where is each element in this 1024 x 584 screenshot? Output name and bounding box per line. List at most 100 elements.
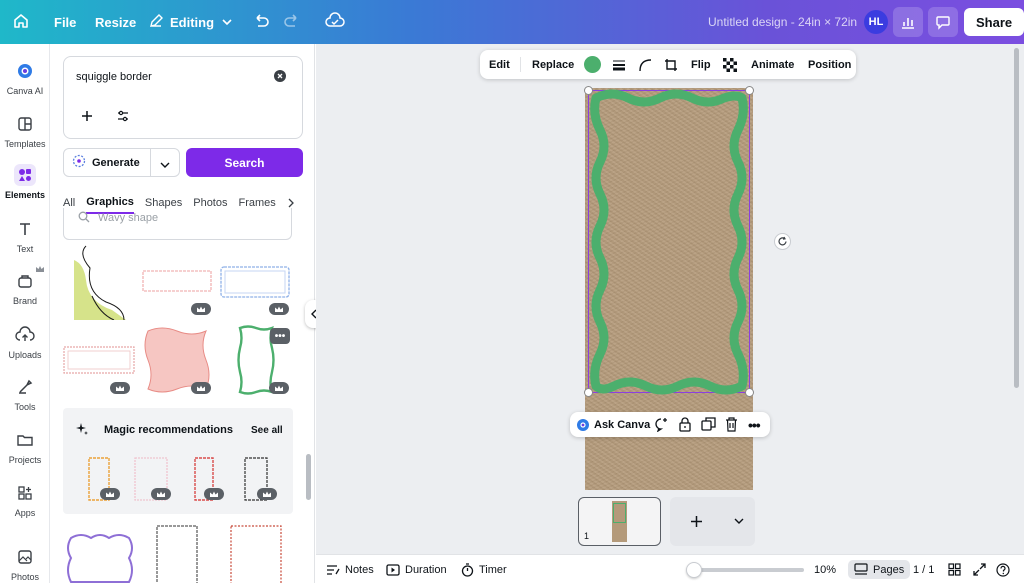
ask-canva-button[interactable]: Ask Canva [576, 412, 650, 437]
zoom-slider[interactable] [686, 555, 804, 584]
duplicate-button[interactable] [701, 417, 716, 435]
zoom-level[interactable]: 10% [814, 555, 836, 584]
comments-button[interactable] [928, 0, 958, 44]
editing-mode-menu[interactable]: Editing [148, 0, 232, 44]
rail-item-elements[interactable]: Elements [0, 164, 50, 200]
help-button[interactable] [996, 555, 1010, 584]
rail-label: Canva AI [6, 86, 44, 96]
ellipsis-icon: ••• [274, 330, 286, 342]
canva-ai-icon [14, 60, 36, 82]
search-input[interactable]: squiggle border [76, 71, 152, 83]
green-squiggle-border[interactable] [586, 88, 752, 396]
graphic-result-curve[interactable] [72, 244, 128, 321]
crop-button[interactable] [664, 50, 678, 79]
replace-button[interactable]: Replace [532, 50, 574, 79]
graphic-result-black-wavy[interactable] [154, 524, 200, 583]
comment-button[interactable] [654, 417, 669, 435]
notes-label: Notes [345, 563, 374, 576]
fullscreen-button[interactable] [973, 555, 986, 584]
edit-button[interactable]: Edit [489, 50, 510, 79]
rail-item-projects[interactable]: Projects [0, 429, 50, 465]
chevron-down-icon [222, 15, 232, 30]
premium-crown-badge [191, 303, 211, 315]
timer-button[interactable]: Timer [461, 555, 507, 584]
cloud-check-icon [325, 11, 345, 33]
sub-search-field[interactable]: Wavy shape [63, 208, 292, 240]
resize-handle-bottom-right[interactable] [745, 388, 754, 397]
transparency-button[interactable] [723, 50, 737, 79]
rail-item-templates[interactable]: Templates [0, 113, 50, 149]
more-actions-button[interactable]: ••• [748, 417, 761, 433]
pages-label: Pages [873, 563, 905, 576]
rail-item-apps[interactable]: Apps [0, 482, 50, 518]
timer-icon [461, 562, 474, 577]
magic-sparkle-icon [75, 422, 89, 439]
lock-icon [679, 417, 691, 432]
see-all-link[interactable]: See all [251, 425, 283, 436]
design-title[interactable]: Untitled design - 24in × 72in [708, 0, 857, 44]
resize-handle-top-left[interactable] [584, 86, 593, 95]
pages-toggle-button[interactable]: Pages [848, 555, 911, 584]
text-icon [14, 218, 36, 240]
graphic-result-red-scallop[interactable] [228, 524, 284, 583]
color-swatch-button[interactable] [584, 50, 601, 79]
chevron-down-icon[interactable] [160, 158, 170, 172]
position-button[interactable]: Position [808, 50, 851, 79]
element-action-bar: Ask Canva ••• [570, 412, 770, 437]
graphic-result-pink-wavy-rect[interactable] [141, 268, 213, 294]
animate-button[interactable]: Animate [751, 50, 794, 79]
rotate-handle[interactable] [774, 233, 791, 250]
rail-label: Brand [12, 296, 38, 306]
chevron-right-icon [288, 198, 294, 208]
undo-button[interactable] [252, 0, 270, 44]
filter-button[interactable] [116, 110, 130, 125]
more-options-button[interactable]: ••• [270, 328, 290, 344]
generate-button[interactable]: Generate [63, 148, 180, 177]
pages-icon [854, 563, 868, 575]
graphic-result-pink-scallop-rect[interactable] [62, 344, 136, 376]
add-button[interactable] [80, 109, 94, 126]
clear-search-button[interactable] [274, 70, 286, 85]
ask-canva-label: Ask Canva [594, 418, 651, 431]
comment-icon [928, 7, 958, 37]
graphic-result-blue-wavy-rect[interactable] [219, 264, 291, 300]
redo-button[interactable] [283, 0, 301, 44]
home-button[interactable] [12, 0, 30, 44]
file-menu[interactable]: File [54, 0, 76, 44]
page-thumbnail-1[interactable]: 1 [578, 497, 661, 546]
corner-rounding-button[interactable] [638, 50, 652, 79]
delete-button[interactable] [725, 417, 738, 435]
search-button[interactable]: Search [186, 148, 303, 177]
resize-menu[interactable]: Resize [95, 0, 136, 44]
premium-crown-badge [110, 382, 130, 394]
cloud-save-button[interactable] [325, 0, 345, 44]
rail-item-text[interactable]: Text [0, 218, 50, 254]
lock-button[interactable] [678, 417, 692, 435]
insights-button[interactable] [893, 0, 923, 44]
line-weight-button[interactable] [612, 50, 626, 79]
chevron-down-icon[interactable] [734, 518, 744, 525]
panel-scrollbar[interactable] [306, 454, 311, 500]
premium-crown-badge [100, 488, 120, 500]
grid-view-button[interactable] [948, 555, 961, 584]
premium-crown-badge [257, 488, 277, 500]
rail-item-canva-ai[interactable]: Canva AI [0, 60, 50, 96]
zoom-slider-thumb[interactable] [686, 561, 702, 578]
rail-item-uploads[interactable]: Uploads [0, 324, 50, 360]
curve-icon [639, 58, 652, 71]
flip-button[interactable]: Flip [691, 50, 711, 79]
canvas-scrollbar[interactable] [1014, 48, 1019, 388]
rail-label: Tools [14, 402, 36, 412]
notes-button[interactable]: Notes [326, 555, 374, 584]
resize-handle-bottom-left[interactable] [584, 388, 593, 397]
add-page-button[interactable] [670, 497, 755, 546]
rail-item-photos[interactable]: Photos [0, 546, 50, 583]
rail-item-tools[interactable]: Tools [0, 376, 50, 412]
crown-icon [35, 262, 45, 276]
user-avatar[interactable]: HL [864, 0, 888, 44]
graphic-result-purple-scallop[interactable] [63, 532, 137, 583]
duration-button[interactable]: Duration [386, 555, 447, 584]
left-rail: Canva AI Templates Elements Text Brand U… [0, 44, 50, 583]
share-button[interactable]: Share [964, 0, 1024, 44]
resize-handle-top-right[interactable] [745, 86, 754, 95]
